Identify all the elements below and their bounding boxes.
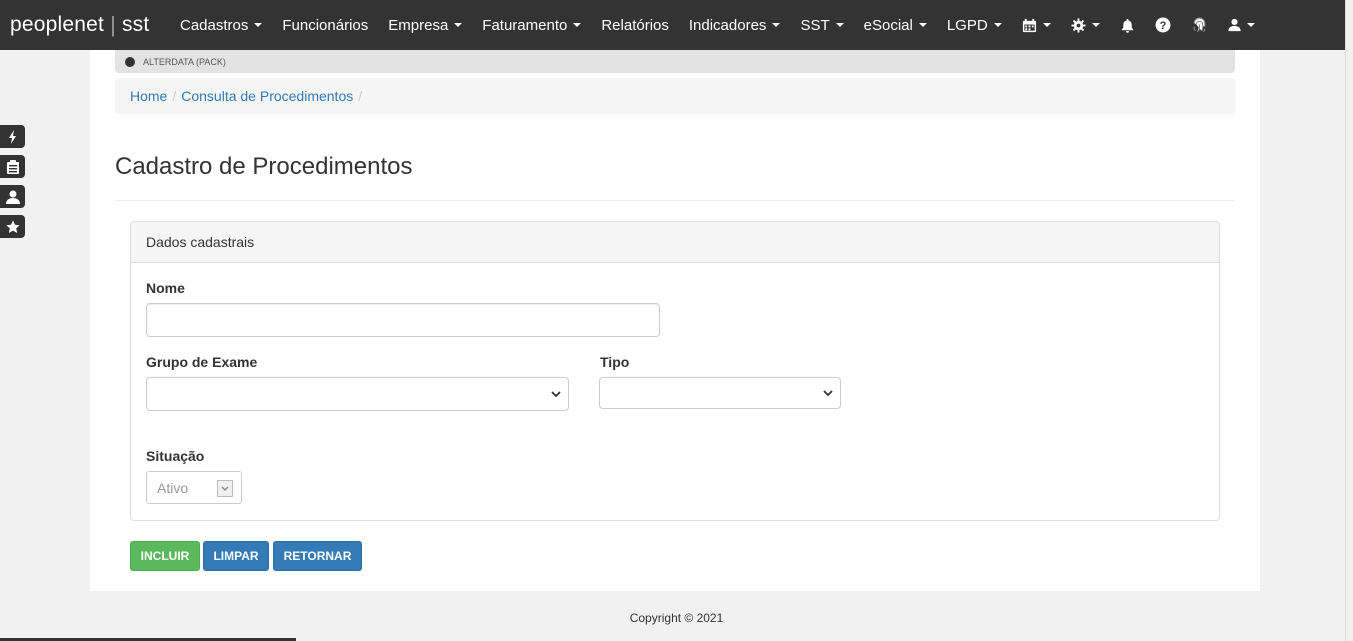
globe-icon <box>125 56 135 67</box>
gear-icon <box>1071 17 1086 33</box>
nav-help[interactable]: ? <box>1145 0 1181 50</box>
breadcrumb-home[interactable]: Home <box>130 88 167 104</box>
grupo-exame-label: Grupo de Exame <box>146 354 258 370</box>
brand-name: peoplenet <box>10 13 105 36</box>
main-container: ALTERDATA (PACK) Home / Consulta de Proc… <box>90 50 1260 591</box>
top-navbar: peoplenet | sst Cadastros Funcionários E… <box>0 0 1345 50</box>
side-quick-menu <box>0 125 25 245</box>
situacao-label: Situação <box>146 448 205 464</box>
title-divider <box>115 200 1235 201</box>
nav-sst[interactable]: SST <box>790 0 853 50</box>
page-title: Cadastro de Procedimentos <box>115 153 413 180</box>
nav-funcionarios[interactable]: Funcionários <box>272 0 378 50</box>
chevron-down-icon <box>221 486 229 491</box>
caret-down-icon <box>573 23 582 27</box>
breadcrumb-divider: / <box>358 88 363 104</box>
question-circle-icon: ? <box>1155 17 1171 33</box>
caret-down-icon <box>1042 23 1051 27</box>
nav-faturamento[interactable]: Faturamento <box>472 0 591 50</box>
caret-down-icon <box>1246 23 1255 27</box>
nav-lgpd[interactable]: LGPD <box>937 0 1012 50</box>
side-favorites-button[interactable] <box>0 215 25 238</box>
chevron-down-icon <box>551 391 561 398</box>
notice-bar: ALTERDATA (PACK) <box>115 50 1235 73</box>
bolt-icon <box>8 129 16 144</box>
tipo-select[interactable] <box>599 377 841 409</box>
brand-logo[interactable]: peoplenet | sst <box>0 0 170 50</box>
nome-label: Nome <box>146 280 185 296</box>
chevron-down-icon <box>823 390 833 397</box>
footer-copyright: Copyright © 2021 <box>629 611 724 625</box>
star-icon <box>5 220 20 233</box>
panel-heading: Dados cadastrais <box>131 222 1219 263</box>
side-clipboard-button[interactable] <box>0 155 25 178</box>
grupo-exame-select[interactable] <box>146 377 569 411</box>
situacao-select[interactable]: Ativo <box>146 471 242 504</box>
dados-cadastrais-panel: Dados cadastrais Nome Grupo de Exame Tip… <box>130 221 1220 521</box>
nav-relatorios[interactable]: Relatórios <box>591 0 679 50</box>
nav-notifications[interactable] <box>1110 0 1145 50</box>
nav-indicadores[interactable]: Indicadores <box>679 0 791 50</box>
svg-text:?: ? <box>1159 20 1166 32</box>
nav-calendar[interactable] <box>1012 0 1061 50</box>
nav-settings[interactable] <box>1061 0 1110 50</box>
retornar-button[interactable]: RETORNAR <box>273 541 362 571</box>
breadcrumb-consulta-procedimentos[interactable]: Consulta de Procedimentos <box>181 88 353 104</box>
calendar-icon <box>1022 18 1036 32</box>
caret-down-icon <box>918 23 927 27</box>
tipo-label: Tipo <box>600 354 630 370</box>
nav-empresa[interactable]: Empresa <box>378 0 472 50</box>
nav-fingerprint[interactable] <box>1181 0 1218 50</box>
caret-down-icon <box>835 23 844 27</box>
brand-separator: | <box>110 12 116 37</box>
limpar-button[interactable]: LIMPAR <box>203 541 269 571</box>
side-flash-button[interactable] <box>0 125 25 148</box>
user-icon <box>1228 18 1241 32</box>
caret-down-icon <box>454 23 463 27</box>
nome-input[interactable] <box>146 303 660 337</box>
caret-down-icon <box>1091 23 1100 27</box>
nav-cadastros[interactable]: Cadastros <box>170 0 272 50</box>
fingerprint-icon <box>1193 17 1206 32</box>
clipboard-icon <box>6 159 19 174</box>
notice-text: ALTERDATA (PACK) <box>143 56 226 67</box>
brand-suffix: sst <box>121 13 150 36</box>
incluir-button[interactable]: INCLUIR <box>130 541 200 571</box>
situacao-value: Ativo <box>157 479 189 496</box>
page-scrollbar[interactable] <box>1345 0 1353 641</box>
caret-down-icon <box>993 23 1002 27</box>
side-user-button[interactable] <box>0 185 25 208</box>
caret-down-icon <box>772 23 781 27</box>
situacao-dropdown-toggle[interactable] <box>217 480 233 497</box>
breadcrumb-divider: / <box>172 88 177 104</box>
caret-down-icon <box>254 23 263 27</box>
bell-icon <box>1121 18 1133 33</box>
user-icon <box>5 190 20 204</box>
nav-user[interactable] <box>1218 0 1265 50</box>
nav-esocial[interactable]: eSocial <box>854 0 937 50</box>
breadcrumb: Home / Consulta de Procedimentos / <box>115 78 1235 114</box>
